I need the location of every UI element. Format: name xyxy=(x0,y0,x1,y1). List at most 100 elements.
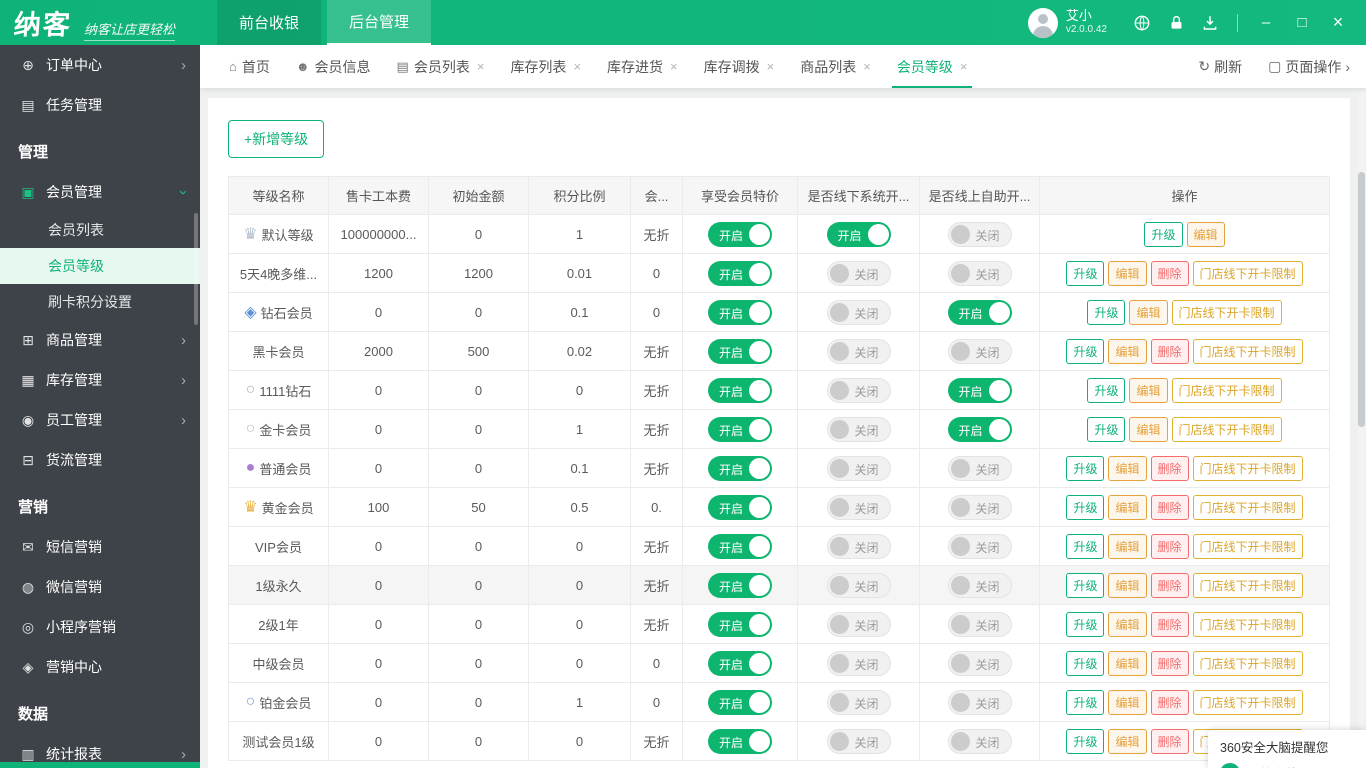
tab-3[interactable]: 库存列表× xyxy=(497,45,594,88)
nav-front-cashier[interactable]: 前台收银 xyxy=(217,0,321,45)
delete-button[interactable]: 删除 xyxy=(1151,651,1189,676)
toggle-off[interactable]: 关闭 xyxy=(827,339,891,364)
toggle-on[interactable]: 开启 xyxy=(708,222,772,247)
toggle-off[interactable]: 关闭 xyxy=(827,729,891,754)
notification-popup[interactable]: 360安全大脑提醒您 ✓ 下载安装 xyxy=(1208,730,1366,768)
toggle-on[interactable]: 开启 xyxy=(708,729,772,754)
edit-button[interactable]: 编辑 xyxy=(1108,690,1146,715)
toggle-on[interactable]: 开启 xyxy=(708,534,772,559)
toggle-on[interactable]: 开启 xyxy=(708,339,772,364)
page-scrollbar-thumb[interactable] xyxy=(1358,172,1365,427)
toggle-off[interactable]: 关闭 xyxy=(948,222,1012,247)
sidebar-item-10[interactable]: ⊟货流管理 xyxy=(0,440,200,480)
toggle-on[interactable]: 开启 xyxy=(708,261,772,286)
toggle-on[interactable]: 开启 xyxy=(708,651,772,676)
tab-5[interactable]: 库存调拨× xyxy=(691,45,788,88)
limit-button[interactable]: 门店线下开卡限制 xyxy=(1193,573,1303,598)
upgrade-button[interactable]: 升级 xyxy=(1066,339,1104,364)
delete-button[interactable]: 删除 xyxy=(1151,573,1189,598)
edit-button[interactable]: 编辑 xyxy=(1108,456,1146,481)
toggle-off[interactable]: 关闭 xyxy=(948,612,1012,637)
edit-button[interactable]: 编辑 xyxy=(1108,573,1146,598)
toggle-off[interactable]: 关闭 xyxy=(948,261,1012,286)
sidebar-item-14[interactable]: ◎小程序营销 xyxy=(0,607,200,647)
delete-button[interactable]: 删除 xyxy=(1151,261,1189,286)
upgrade-button[interactable]: 升级 xyxy=(1066,729,1104,754)
edit-button[interactable]: 编辑 xyxy=(1108,339,1146,364)
edit-button[interactable]: 编辑 xyxy=(1108,261,1146,286)
close-tab-icon[interactable]: × xyxy=(477,59,485,74)
upgrade-button[interactable]: 升级 xyxy=(1066,651,1104,676)
close-tab-icon[interactable]: × xyxy=(573,59,581,74)
upgrade-button[interactable]: 升级 xyxy=(1066,456,1104,481)
limit-button[interactable]: 门店线下开卡限制 xyxy=(1193,339,1303,364)
page-ops-button[interactable]: ▢ 页面操作 › xyxy=(1268,57,1350,77)
toggle-on[interactable]: 开启 xyxy=(708,456,772,481)
sidebar-item-5[interactable]: 会员等级 xyxy=(0,248,200,284)
refresh-button[interactable]: ↻ 刷新 xyxy=(1198,57,1242,77)
delete-button[interactable]: 删除 xyxy=(1151,534,1189,559)
toggle-off[interactable]: 关闭 xyxy=(827,417,891,442)
tab-0[interactable]: ⌂首页 xyxy=(216,45,283,88)
toggle-off[interactable]: 关闭 xyxy=(948,339,1012,364)
sidebar-item-6[interactable]: 刷卡积分设置 xyxy=(0,284,200,320)
tab-4[interactable]: 库存进货× xyxy=(594,45,691,88)
limit-button[interactable]: 门店线下开卡限制 xyxy=(1193,456,1303,481)
edit-button[interactable]: 编辑 xyxy=(1108,612,1146,637)
toggle-on[interactable]: 开启 xyxy=(827,222,891,247)
limit-button[interactable]: 门店线下开卡限制 xyxy=(1193,690,1303,715)
toggle-on[interactable]: 开启 xyxy=(708,417,772,442)
upgrade-button[interactable]: 升级 xyxy=(1144,222,1182,247)
page-scrollbar-track[interactable] xyxy=(1358,92,1365,764)
add-level-button[interactable]: +新增等级 xyxy=(228,120,324,158)
toggle-off[interactable]: 关闭 xyxy=(948,651,1012,676)
toggle-off[interactable]: 关闭 xyxy=(827,300,891,325)
delete-button[interactable]: 删除 xyxy=(1151,690,1189,715)
sidebar-item-4[interactable]: 会员列表 xyxy=(0,212,200,248)
sidebar-item-8[interactable]: ▦库存管理› xyxy=(0,360,200,400)
limit-button[interactable]: 门店线下开卡限制 xyxy=(1172,417,1282,442)
minimize-button[interactable]: – xyxy=(1248,14,1284,31)
limit-button[interactable]: 门店线下开卡限制 xyxy=(1193,495,1303,520)
limit-button[interactable]: 门店线下开卡限制 xyxy=(1172,378,1282,403)
upgrade-button[interactable]: 升级 xyxy=(1066,261,1104,286)
maximize-button[interactable]: □ xyxy=(1284,14,1320,31)
lock-icon[interactable] xyxy=(1159,14,1193,32)
sidebar-item-1[interactable]: ▤任务管理 xyxy=(0,85,200,125)
avatar[interactable] xyxy=(1028,8,1058,38)
toggle-off[interactable]: 关闭 xyxy=(948,690,1012,715)
toggle-off[interactable]: 关闭 xyxy=(948,495,1012,520)
limit-button[interactable]: 门店线下开卡限制 xyxy=(1193,612,1303,637)
toggle-on[interactable]: 开启 xyxy=(708,690,772,715)
tab-1[interactable]: ☻会员信息 xyxy=(283,45,384,88)
sidebar-scrollbar[interactable] xyxy=(194,213,198,325)
close-tab-icon[interactable]: × xyxy=(767,59,775,74)
toggle-off[interactable]: 关闭 xyxy=(827,495,891,520)
limit-button[interactable]: 门店线下开卡限制 xyxy=(1193,534,1303,559)
upgrade-button[interactable]: 升级 xyxy=(1066,495,1104,520)
toggle-off[interactable]: 关闭 xyxy=(948,456,1012,481)
edit-button[interactable]: 编辑 xyxy=(1108,495,1146,520)
sidebar-item-7[interactable]: ⊞商品管理› xyxy=(0,320,200,360)
edit-button[interactable]: 编辑 xyxy=(1129,378,1167,403)
delete-button[interactable]: 删除 xyxy=(1151,495,1189,520)
sidebar-item-12[interactable]: ✉短信营销 xyxy=(0,527,200,567)
sidebar-item-9[interactable]: ◉员工管理› xyxy=(0,400,200,440)
toggle-on[interactable]: 开启 xyxy=(948,417,1012,442)
toggle-on[interactable]: 开启 xyxy=(708,378,772,403)
tab-7[interactable]: 会员等级× xyxy=(884,45,981,88)
upgrade-button[interactable]: 升级 xyxy=(1087,300,1125,325)
delete-button[interactable]: 删除 xyxy=(1151,612,1189,637)
upgrade-button[interactable]: 升级 xyxy=(1066,612,1104,637)
toggle-off[interactable]: 关闭 xyxy=(948,729,1012,754)
toggle-off[interactable]: 关闭 xyxy=(948,534,1012,559)
nav-backend-admin[interactable]: 后台管理 xyxy=(327,0,431,45)
toggle-off[interactable]: 关闭 xyxy=(827,651,891,676)
upgrade-button[interactable]: 升级 xyxy=(1087,417,1125,442)
upgrade-button[interactable]: 升级 xyxy=(1066,573,1104,598)
upgrade-button[interactable]: 升级 xyxy=(1066,690,1104,715)
toggle-on[interactable]: 开启 xyxy=(948,378,1012,403)
edit-button[interactable]: 编辑 xyxy=(1129,417,1167,442)
toggle-on[interactable]: 开启 xyxy=(708,573,772,598)
toggle-off[interactable]: 关闭 xyxy=(827,690,891,715)
